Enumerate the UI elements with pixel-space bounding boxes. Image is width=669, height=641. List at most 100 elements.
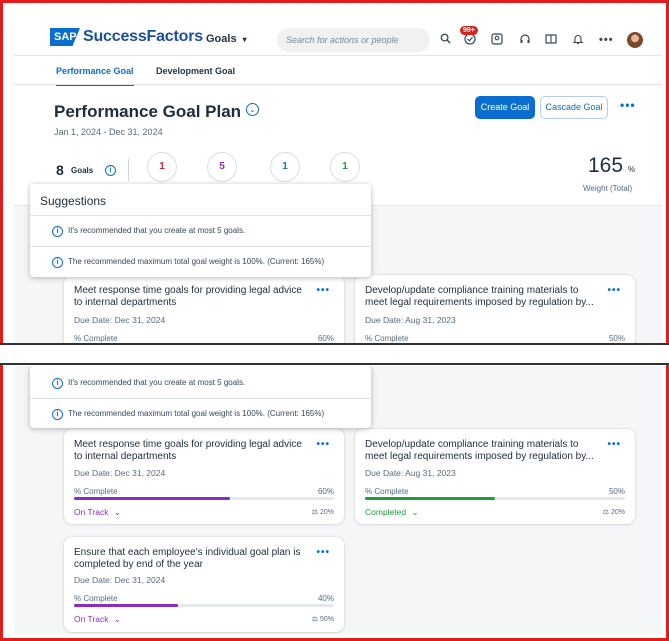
total-weight-unit: % — [628, 165, 636, 174]
tab-performance-goal[interactable]: Performance Goal — [56, 66, 134, 87]
goal-complete-value: 60% — [317, 334, 334, 343]
goal-card[interactable]: Meet response time goals for providing l… — [64, 429, 344, 524]
goal-weight-value: 50% — [319, 616, 334, 623]
goal-title[interactable]: Meet response time goals for providing l… — [74, 285, 312, 309]
goal-title[interactable]: Meet response time goals for providing l… — [74, 439, 312, 463]
goal-status-label: On Track — [74, 507, 109, 517]
more-options-icon[interactable]: ••• — [599, 33, 613, 47]
goal-complete-value: 50% — [608, 487, 625, 496]
sap-logo[interactable]: SAP SuccessFactors — [50, 28, 203, 46]
goal-title[interactable]: Develop/update compliance training mater… — [365, 439, 603, 463]
sap-logo-badge: SAP — [50, 28, 80, 46]
goal-weight: ⚖ 50% — [312, 615, 334, 623]
goal-card[interactable]: Develop/update compliance training mater… — [355, 275, 635, 343]
goal-card[interactable]: Develop/update compliance training mater… — [355, 429, 635, 524]
goal-weight: ⚖ 20% — [603, 508, 625, 516]
goal-complete-label: % Complete — [365, 334, 409, 343]
goal-progress-bar — [74, 604, 334, 607]
create-goal-button[interactable]: Create Goal — [475, 96, 535, 119]
goal-more-icon[interactable]: ••• — [316, 285, 330, 296]
goal-progress-bar — [74, 497, 334, 500]
goal-due-date: Due Date: Dec 31, 2024 — [74, 468, 166, 478]
plan-selector-chevron-icon[interactable]: ⌄ — [246, 103, 259, 116]
goal-more-icon[interactable]: ••• — [316, 547, 330, 558]
goal-tabs: Performance Goal Development Goal — [14, 56, 662, 87]
goal-complete-value: 40% — [317, 594, 334, 603]
page-title: Performance Goal Plan — [54, 102, 242, 121]
book-icon[interactable] — [544, 33, 558, 47]
notification-count-badge: 99+ — [460, 26, 478, 35]
goal-complete-label: % Complete — [74, 487, 118, 496]
status-count-completed[interactable]: 1 — [330, 152, 360, 182]
suggestion-item: i It's recommended that you create at mo… — [30, 368, 371, 398]
goal-status-dropdown[interactable]: On Track ⌄ — [74, 614, 121, 625]
goal-due-date: Due Date: Dec 31, 2024 — [74, 315, 166, 325]
chevron-down-icon: ⌄ — [411, 507, 419, 517]
module-menu-label: Goals — [206, 33, 237, 45]
suggestion-text: The recommended maximum total goal weigh… — [68, 409, 325, 418]
suggestion-item: i The recommended maximum total goal wei… — [30, 399, 371, 429]
chevron-down-icon: ⌄ — [113, 507, 121, 517]
goal-weight-value: 20% — [610, 509, 625, 516]
suggestion-item: i It's recommended that you create at mo… — [30, 216, 371, 246]
goal-weight: ⚖ 20% — [312, 508, 334, 516]
info-icon: i — [52, 409, 63, 420]
cascade-goal-button[interactable]: Cascade Goal — [540, 96, 608, 119]
goal-more-icon[interactable]: ••• — [316, 439, 330, 450]
successfactors-wordmark: SuccessFactors — [83, 28, 203, 45]
goal-complete-label: % Complete — [74, 594, 118, 603]
goal-card[interactable]: Ensure that each employee's individual g… — [64, 537, 344, 632]
chevron-down-icon: ⌄ — [113, 614, 121, 624]
search-input[interactable]: Search for actions or people — [277, 28, 430, 52]
suggestions-info-icon[interactable]: i — [105, 165, 116, 176]
module-menu[interactable]: Goals ▾ — [206, 33, 247, 45]
scale-icon: ⚖ — [602, 509, 610, 516]
goal-progress-fill — [74, 604, 178, 607]
goal-more-icon[interactable]: ••• — [607, 285, 621, 296]
tab-development-goal[interactable]: Development Goal — [156, 66, 235, 76]
status-count-postponed[interactable]: 1 — [270, 152, 300, 182]
status-count-on-track[interactable]: 5 — [207, 152, 237, 182]
plan-more-icon[interactable]: ••• — [620, 98, 636, 112]
suggestion-item: i The recommended maximum total goal wei… — [30, 247, 371, 277]
status-count-behind[interactable]: 1 — [147, 152, 177, 182]
goal-title[interactable]: Develop/update compliance training mater… — [365, 285, 603, 309]
people-profile-icon[interactable] — [490, 33, 504, 47]
goal-card[interactable]: Meet response time goals for providing l… — [64, 275, 344, 343]
bell-icon[interactable] — [571, 33, 585, 47]
panel-top: SAP SuccessFactors Goals ▾ Search for ac… — [14, 14, 662, 343]
goal-more-icon[interactable]: ••• — [607, 439, 621, 450]
info-icon: i — [52, 378, 63, 389]
goal-complete-label: % Complete — [365, 487, 409, 496]
goal-weight-value: 20% — [319, 509, 334, 516]
todo-check-icon[interactable] — [463, 33, 477, 47]
goal-complete-label: % Complete — [74, 334, 118, 343]
suggestion-text: It's recommended that you create at most… — [68, 378, 246, 387]
divider — [128, 159, 129, 181]
goal-status-label: Completed — [365, 507, 407, 517]
goal-progress-fill — [365, 497, 495, 500]
suggestion-text: It's recommended that you create at most… — [68, 226, 246, 235]
scale-icon: ⚖ — [311, 616, 319, 623]
goal-complete-value: 50% — [608, 334, 625, 343]
scale-icon: ⚖ — [311, 509, 319, 516]
goal-status-dropdown[interactable]: On Track ⌄ — [74, 507, 121, 518]
panel-bottom: Meet response time goals for providing l… — [14, 366, 662, 634]
goal-due-date: Due Date: Aug 31, 2023 — [365, 315, 456, 325]
suggestions-title: Suggestions — [40, 194, 107, 208]
shell-bar: SAP SuccessFactors Goals ▾ Search for ac… — [14, 14, 662, 56]
info-icon: i — [52, 226, 63, 237]
goal-status-label: On Track — [74, 614, 109, 624]
goal-title[interactable]: Ensure that each employee's individual g… — [74, 547, 312, 571]
suggestions-popover: i It's recommended that you create at mo… — [30, 366, 371, 428]
user-avatar[interactable] — [627, 32, 643, 48]
chevron-down-icon: ▾ — [242, 35, 247, 44]
goal-status-dropdown[interactable]: Completed ⌄ — [365, 507, 419, 518]
total-weight-value: 165 — [588, 154, 624, 177]
headset-icon[interactable] — [518, 33, 532, 47]
goal-progress-fill — [74, 497, 230, 500]
goal-due-date: Due Date: Dec 31, 2024 — [74, 575, 166, 585]
goal-count-label: Goals — [71, 166, 94, 175]
goal-progress-bar — [365, 497, 625, 500]
search-icon[interactable] — [438, 33, 452, 47]
